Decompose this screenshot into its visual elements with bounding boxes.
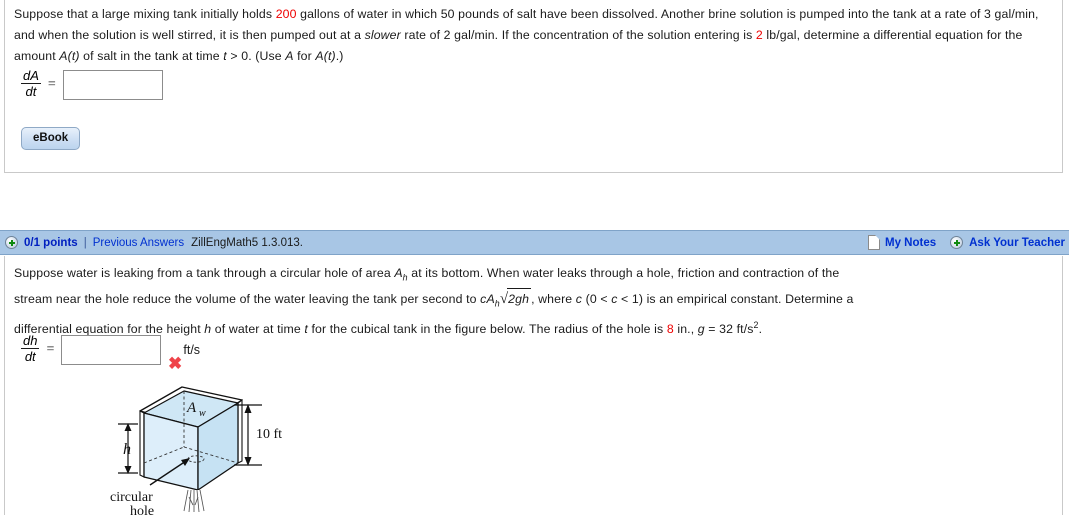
ebook-button[interactable]: eBook xyxy=(21,127,81,150)
cubical-tank-figure: h 10 ft A w circular hole xyxy=(110,385,310,515)
problem-2-line-1-run-0: Suppose water is leaking from a tank thr… xyxy=(14,266,395,280)
problem-1-text-run-4: rate of 2 gal/min. If the concentration … xyxy=(400,28,756,42)
problem-1-text-run-10: > 0. (Use xyxy=(226,49,286,63)
question-id-label: ZillEngMath5 1.3.013. xyxy=(191,236,303,249)
problem-2-line-2-suffix-run-0: , where xyxy=(531,292,576,307)
problem-2-line-2: stream near the hole reduce the volume o… xyxy=(14,288,1056,314)
fraction-denominator: dt xyxy=(21,348,40,364)
problem-1-statement: Suppose that a large mixing tank initial… xyxy=(14,4,1054,67)
ask-teacher-plus-icon[interactable] xyxy=(950,236,964,249)
problem-2-line-2-suffix-run-4: < 1) is an empirical constant. Determine… xyxy=(617,292,854,307)
incorrect-answer-icon: ✖ xyxy=(168,354,183,373)
fraction-denominator: dt xyxy=(21,83,41,99)
tank-front-face xyxy=(143,412,199,491)
problem-1-text-run-1: 200 xyxy=(275,7,297,21)
problem-1-text-run-11: A xyxy=(285,49,294,63)
svg-text:A: A xyxy=(186,400,197,416)
header-left-group: 0/1 points | Previous Answers ZillEngMat… xyxy=(0,236,303,249)
problem-2-line-1-run-1: A xyxy=(394,266,403,280)
height-dimension-h: h xyxy=(118,423,138,474)
problem-1-text-run-3: slower xyxy=(364,28,401,42)
derivative-dh-dt: dh dt xyxy=(21,333,40,364)
note-page-icon[interactable] xyxy=(868,235,880,250)
hole-label-line2: hole xyxy=(130,504,154,515)
fraction-numerator: dA xyxy=(23,68,39,83)
equals-sign: = xyxy=(46,341,55,357)
ask-your-teacher-button[interactable]: Ask Your Teacher xyxy=(969,237,1065,249)
radicand-2gh: 2gh xyxy=(507,288,532,310)
fraction-numerator: dh xyxy=(23,333,38,348)
problem-2-line-3-run-10: . xyxy=(758,322,763,336)
header-separator: | xyxy=(83,236,87,249)
hole-label-line1: circular xyxy=(110,490,153,505)
previous-answers-link[interactable]: Previous Answers xyxy=(93,237,184,249)
dimension-label-10ft: 10 ft xyxy=(256,427,282,442)
problem-1-text-run-7: A(t) xyxy=(59,49,80,63)
problem-1-text-run-14: .) xyxy=(335,49,344,63)
problem-2-line-3-run-2: of water at time xyxy=(211,322,305,336)
problem-2-answer-input[interactable] xyxy=(61,334,162,365)
points-label: 0/1 points xyxy=(24,236,78,249)
problem-1-text: Suppose that a large mixing tank initial… xyxy=(14,7,1039,63)
problem-2-line-3-run-5: 8 xyxy=(666,322,674,336)
leaking-water-stream xyxy=(182,489,206,513)
height-label-h: h xyxy=(123,441,131,458)
my-notes-button[interactable]: My Notes xyxy=(885,237,936,249)
expand-plus-icon[interactable] xyxy=(5,236,18,249)
problem-2-line-2-suffix-run-2: (0 < xyxy=(582,292,612,307)
svg-text:w: w xyxy=(199,408,206,419)
problem-2-line-1: Suppose water is leaking from a tank thr… xyxy=(14,263,1056,288)
problem-2-header-bar: 0/1 points | Previous Answers ZillEngMat… xyxy=(0,230,1069,255)
problem-1-text-run-12: for xyxy=(293,49,316,63)
problem-2-line-3-run-7: g xyxy=(697,322,705,336)
problem-1-text-run-13: A(t) xyxy=(315,49,336,63)
problem-2-line-3-run-6: in., xyxy=(673,322,698,336)
units-label: ft/s xyxy=(183,342,201,357)
derivative-dA-dt: dA dt xyxy=(21,68,41,99)
equals-sign: = xyxy=(47,76,56,92)
problem-2-line-3-run-8: = 32 ft/s xyxy=(704,322,754,336)
problem-1-text-run-0: Suppose that a large mixing tank initial… xyxy=(14,7,276,21)
flow-rate-expression: cAh√2gh xyxy=(480,288,532,314)
area-A: A xyxy=(486,292,495,307)
header-right-group: My Notes Ask Your Teacher xyxy=(868,235,1069,250)
problem-1-text-run-8: of salt in the tank at time xyxy=(79,49,224,63)
problem-2-line-1-run-3: at its bottom. When water leaks through … xyxy=(407,266,840,280)
problem-2-statement: Suppose water is leaking from a tank thr… xyxy=(14,263,1056,340)
problem-1-answer-input[interactable] xyxy=(62,69,163,100)
problem-1-text-run-5: 2 xyxy=(755,28,763,42)
problem-2-line-2-suffix: , where c (0 < c < 1) is an empirical co… xyxy=(531,292,853,306)
assignment-page: Suppose that a large mixing tank initial… xyxy=(0,0,1069,515)
problem-2-line-2-prefix: stream near the hole reduce the volume o… xyxy=(14,292,481,307)
problem-1-panel: Suppose that a large mixing tank initial… xyxy=(4,0,1063,173)
problem-2-line-3-run-4: for the cubical tank in the figure below… xyxy=(307,322,667,336)
problem-1-answer-row: dA dt = xyxy=(21,68,163,100)
